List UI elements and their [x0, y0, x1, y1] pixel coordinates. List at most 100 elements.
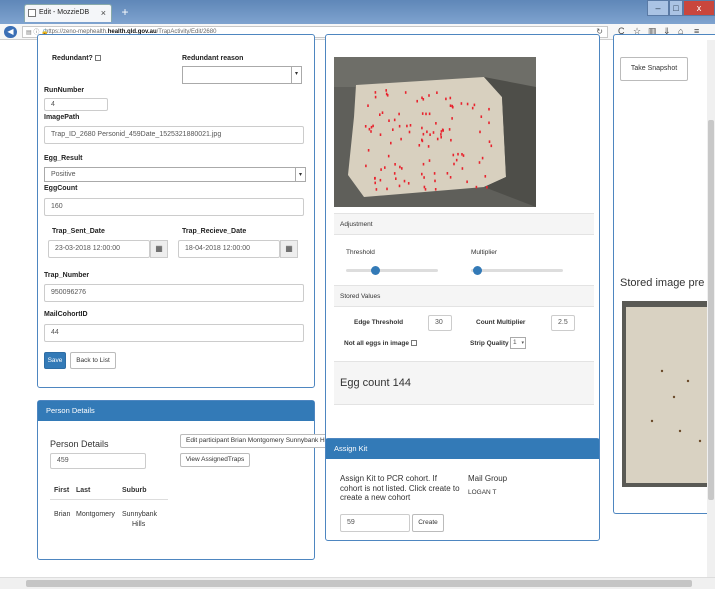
close-tab-icon[interactable]: ×: [101, 5, 106, 21]
egg-mark: [441, 128, 444, 132]
vertical-scrollbar[interactable]: [707, 40, 715, 577]
calendar-icon[interactable]: ▦: [150, 240, 168, 258]
egg-mark: [364, 125, 367, 128]
egg-mark: [393, 118, 396, 122]
egg-mark: [436, 91, 438, 94]
trap-strip-image: [334, 57, 536, 207]
horizontal-scrollbar-thumb[interactable]: [26, 580, 692, 587]
egg-mark: [424, 188, 427, 191]
egg-count-input[interactable]: 160: [44, 198, 304, 216]
egg-mark: [398, 124, 401, 128]
save-button[interactable]: Save: [44, 352, 66, 369]
egg-mark: [461, 167, 464, 170]
edge-threshold-label: Edge Threshold: [354, 319, 404, 326]
person-details-header: Person Details: [38, 401, 314, 421]
egg-mark: [448, 128, 451, 131]
run-number-label: RunNumber: [44, 87, 85, 94]
egg-mark: [393, 172, 396, 175]
egg-mark: [388, 119, 390, 122]
person-details-title: Person Details: [50, 439, 109, 449]
redundant-checkbox[interactable]: [94, 55, 101, 62]
egg-mark: [423, 176, 425, 179]
egg-mark: [480, 115, 483, 118]
assign-kit-panel: Assign Kit Assign Kit to PCR cohort. If …: [325, 438, 600, 541]
close-window-button[interactable]: x: [683, 0, 715, 16]
egg-mark: [416, 99, 418, 103]
chevron-down-icon: ▾: [295, 168, 305, 181]
stored-image-preview-label: Stored image pre: [620, 277, 705, 289]
multiplier-slider-handle[interactable]: [473, 266, 483, 275]
vertical-scrollbar-thumb[interactable]: [708, 120, 714, 500]
person-last-name: Montgomery: [76, 511, 115, 518]
browser-tab[interactable]: Edit - MozzieDB ×: [24, 4, 112, 22]
egg-count-result-section: Egg count 144: [334, 361, 594, 405]
egg-mark: [455, 158, 458, 162]
egg-mark: [372, 124, 374, 128]
snapshot-panel: Take Snapshot Stored image pre: [613, 34, 715, 514]
view-assigned-traps-button[interactable]: View AssignedTraps: [180, 453, 250, 467]
create-cohort-button[interactable]: Create: [412, 514, 444, 532]
egg-mark: [368, 127, 371, 131]
stored-image-preview: [622, 301, 715, 487]
threshold-slider-handle[interactable]: [371, 266, 381, 275]
egg-count-result: Egg count 144: [340, 377, 411, 389]
trap-sent-date-input[interactable]: 23-03-2018 12:00:00: [48, 240, 150, 258]
edit-participant-button[interactable]: Edit participant Brian Montgomery Sunnyb…: [180, 434, 332, 448]
redundant-reason-select[interactable]: ▾: [182, 66, 302, 84]
cohort-input[interactable]: 59: [340, 514, 410, 532]
egg-mark: [381, 111, 384, 114]
egg-mark: [379, 133, 382, 136]
egg-mark: [471, 106, 474, 110]
egg-mark: [449, 176, 452, 179]
strip-quality-label: Strip Quality: [470, 340, 509, 347]
egg-mark: [394, 163, 396, 166]
image-path-input[interactable]: Trap_ID_2680 Personid_459Date_1525321880…: [44, 126, 304, 144]
egg-mark: [484, 175, 487, 178]
egg-mark: [457, 152, 459, 156]
multiplier-slider[interactable]: [471, 269, 563, 272]
egg-mark: [375, 188, 378, 191]
egg-mark: [452, 105, 454, 109]
trap-activity-form-panel: Redundant? Redundant reason ▾ RunNumber …: [37, 34, 315, 388]
person-first-name: Brian: [54, 511, 71, 518]
maximize-window-button[interactable]: □: [669, 0, 683, 16]
egg-mark: [429, 133, 431, 136]
back-to-list-button[interactable]: Back to List: [70, 352, 116, 369]
calendar-icon[interactable]: ▦: [280, 240, 298, 258]
strip-quality-select[interactable]: 1 ▾: [510, 337, 526, 349]
egg-result-select[interactable]: Positive ▾: [44, 167, 306, 182]
edge-threshold-input[interactable]: 30: [428, 315, 452, 331]
egg-mark: [374, 95, 377, 99]
stored-values-label: Stored Values: [340, 293, 381, 300]
egg-mark: [428, 112, 431, 116]
trap-number-input[interactable]: 950096276: [44, 284, 304, 302]
not-all-eggs-checkbox[interactable]: [411, 340, 418, 347]
horizontal-scrollbar[interactable]: [0, 577, 715, 589]
egg-mark: [384, 166, 386, 169]
run-number-input[interactable]: 4: [44, 98, 108, 111]
table-divider: [50, 499, 168, 500]
egg-mark: [433, 172, 436, 175]
egg-mark: [398, 112, 400, 116]
mail-cohort-id-input[interactable]: 44: [44, 324, 304, 342]
trap-number-label: Trap_Number: [44, 272, 90, 279]
person-id-input[interactable]: 459: [50, 453, 146, 469]
count-multiplier-input[interactable]: 2.5: [551, 315, 575, 331]
egg-mark: [461, 153, 463, 156]
egg-mark: [462, 154, 465, 157]
new-tab-button[interactable]: +: [118, 6, 132, 20]
egg-mark: [423, 185, 426, 189]
threshold-label: Threshold: [346, 249, 375, 256]
egg-mark: [432, 131, 435, 134]
multiplier-label: Multiplier: [471, 249, 498, 256]
back-arrow-icon[interactable]: ◀: [4, 26, 17, 38]
egg-mark: [425, 112, 427, 116]
egg-mark: [380, 168, 382, 171]
threshold-slider[interactable]: [346, 269, 438, 272]
trap-recieve-date-input[interactable]: 18-04-2018 12:00:00: [178, 240, 280, 258]
minimize-window-button[interactable]: –: [647, 0, 669, 16]
browser-titlebar: Edit - MozzieDB × + – □ x: [0, 0, 715, 24]
take-snapshot-button[interactable]: Take Snapshot: [620, 57, 688, 81]
egg-mark: [421, 172, 423, 176]
person-suburb-line2: Hills: [132, 521, 146, 528]
